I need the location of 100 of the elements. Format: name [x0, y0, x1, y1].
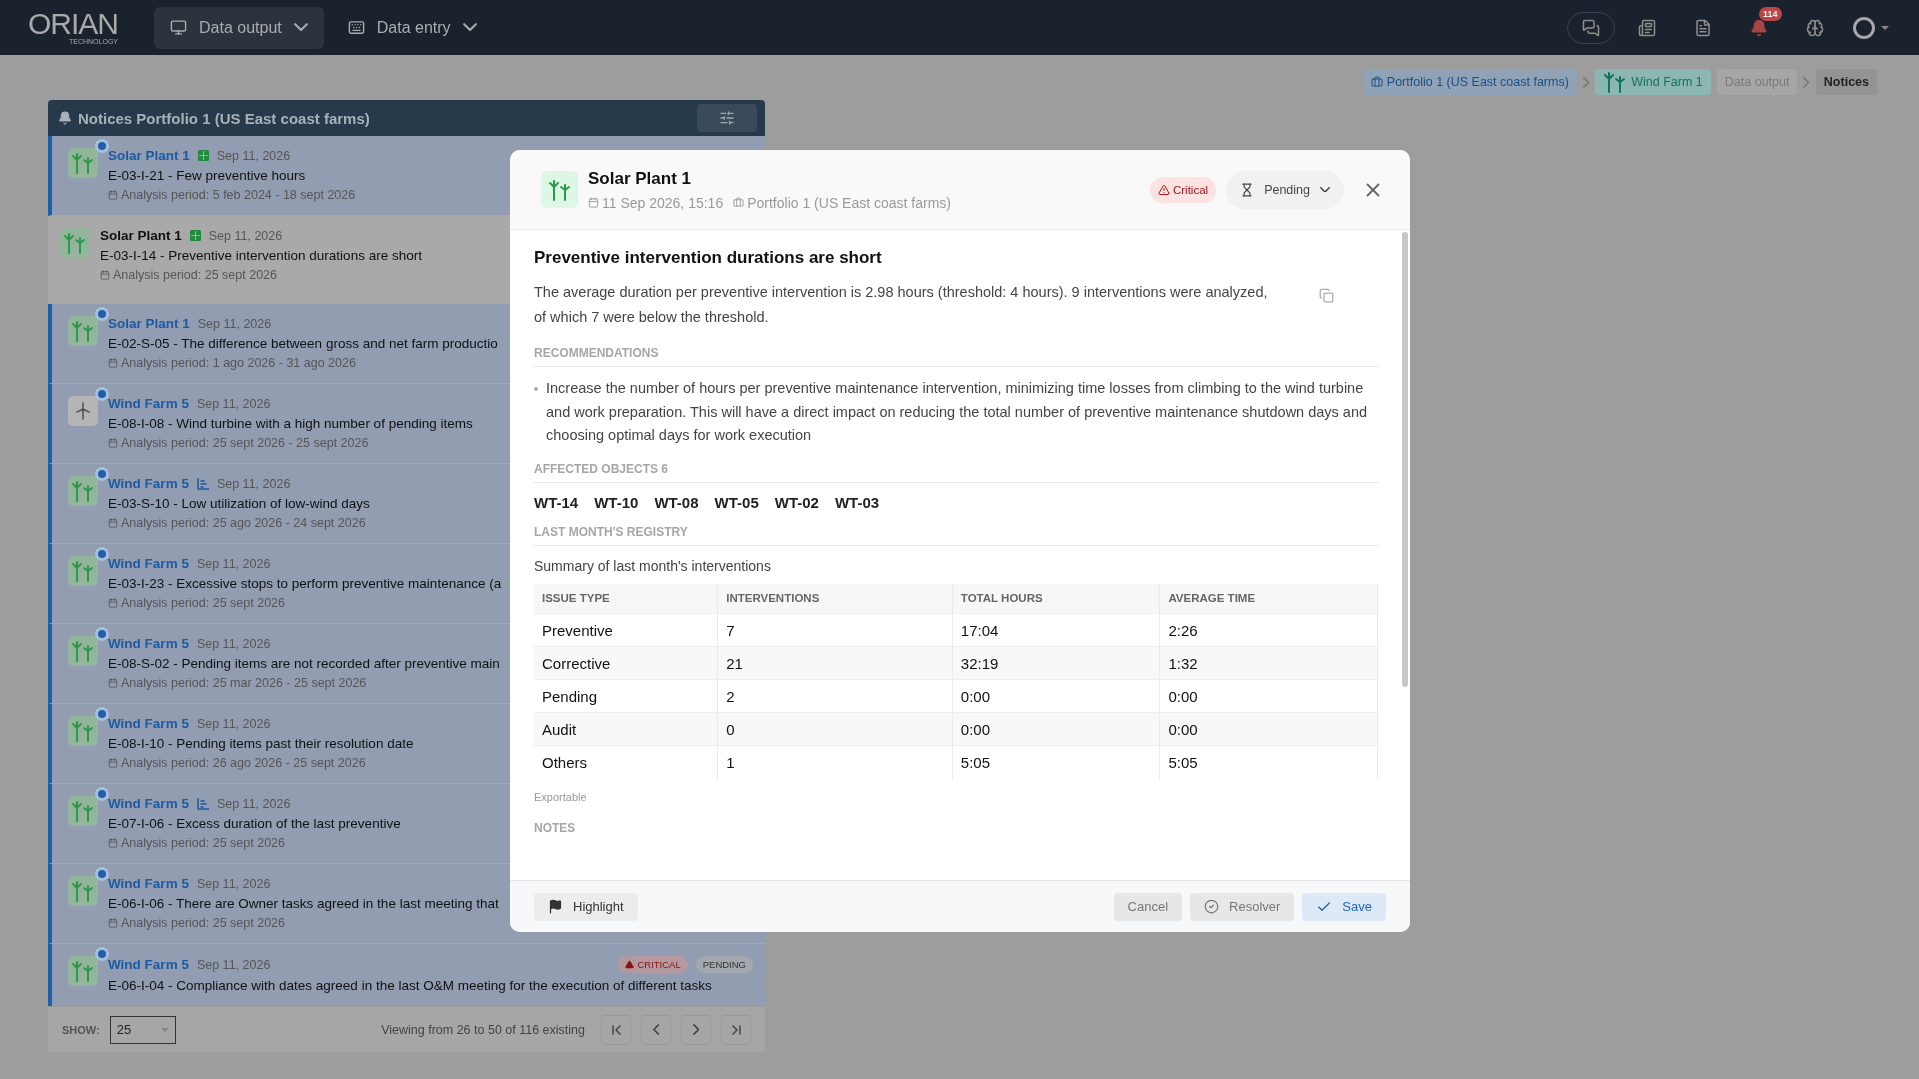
table-cell: 1	[717, 745, 953, 779]
analysis-period: Analysis period: 25 ago 2026 - 24 sept 2026	[108, 516, 366, 530]
last-page-icon	[731, 1024, 741, 1035]
chevron-down-icon	[1320, 186, 1330, 193]
table-cell: Others	[534, 745, 718, 779]
column-header: AVERAGE TIME	[1159, 583, 1378, 614]
copy-icon	[1319, 288, 1334, 303]
briefcase-icon	[1370, 76, 1383, 88]
notification-count: 114	[1759, 6, 1782, 21]
table-cell: 0:00	[952, 712, 1160, 746]
analysis-period: Analysis period: 25 sept 2026	[100, 268, 277, 282]
unread-dot	[95, 307, 109, 321]
section-heading: AFFECTED OBJECTS	[534, 461, 658, 476]
chevron-right-icon	[1803, 76, 1810, 88]
filter-button[interactable]	[697, 104, 757, 132]
section-heading: LAST MONTH'S REGISTRY	[534, 524, 1378, 546]
first-page-button[interactable]	[601, 1014, 631, 1045]
turbines-icon	[547, 178, 572, 201]
notice-date: Sep 11, 2026	[216, 476, 291, 491]
breadcrumb-link[interactable]: Notices	[1815, 69, 1877, 95]
previous-page-button[interactable]	[641, 1014, 671, 1045]
bullet-dot	[534, 387, 538, 391]
notice-date: Sep 11, 2026	[196, 396, 271, 411]
highlight-button[interactable]: Highlight	[534, 892, 638, 921]
chevron-right-icon	[692, 1024, 700, 1035]
calendar-icon	[108, 518, 118, 528]
table-cell: Audit	[534, 712, 718, 746]
site-name: Wind Farm 5	[108, 556, 189, 571]
table-cell: Corrective	[534, 646, 718, 680]
chevron-down-icon	[462, 23, 477, 32]
notice-date: 11 Sep 2026, 15:16	[588, 194, 724, 211]
section-heading: RECOMMENDATIONS	[534, 346, 1378, 367]
scrollbar[interactable]	[1402, 232, 1408, 687]
site-name: Wind Farm 5	[108, 636, 189, 651]
unread-dot	[95, 139, 109, 153]
object-tag[interactable]: WT-10	[594, 493, 639, 511]
unread-dot	[95, 867, 109, 881]
notice-date: Sep 11, 2026	[196, 957, 271, 972]
table-cell: 0:00	[1159, 679, 1378, 713]
notice-title: E-08-I-10 - Pending items past their resolution date	[108, 736, 414, 751]
table-cell: 5:05	[952, 745, 1160, 779]
notice-title: E-03-S-10 - Low utilization of low-wind days	[108, 496, 370, 511]
status-badge: PENDING	[695, 956, 753, 973]
calendar-icon	[108, 678, 118, 688]
analysis-period: Analysis period: 25 sept 2026	[108, 916, 285, 930]
turbine-icon	[75, 402, 91, 420]
last-page-button[interactable]	[721, 1014, 751, 1045]
site-name: Wind Farm 5	[108, 396, 189, 411]
check-circle-icon	[1204, 899, 1220, 914]
chat-icon	[1582, 18, 1600, 37]
analysis-period: Analysis period: 25 sept 2026 - 25 sept 2026	[108, 436, 369, 450]
status-badge: CRITICAL	[618, 956, 688, 973]
notifications-button[interactable]: 114	[1735, 4, 1783, 51]
document-icon	[1694, 18, 1712, 37]
notice-title: E-03-I-14 - Preventive intervention durations are short	[100, 248, 422, 263]
nav-menu[interactable]: Data output	[154, 6, 324, 49]
table-cell: 1:32	[1159, 646, 1378, 680]
dialog-title: Solar Plant 1	[588, 168, 692, 189]
notice-title: E-03-I-23 - Excessive stops to perform preventive maintenance (a	[108, 576, 502, 591]
warning-icon	[1158, 183, 1170, 196]
site-name: Solar Plant 1	[108, 316, 190, 331]
calendar-icon	[108, 838, 118, 848]
cancel-button[interactable]: Cancel	[1113, 892, 1183, 921]
bell-icon	[1750, 18, 1768, 37]
nav-menu[interactable]: Data entry	[331, 6, 493, 49]
table-cell: 0	[717, 712, 953, 746]
analysis-period: Analysis period: 25 sept 2026	[108, 836, 285, 850]
notice-title: E-07-I-06 - Excess duration of the last preventive	[108, 816, 401, 831]
unread-dot	[95, 547, 109, 561]
column-header: TOTAL HOURS	[952, 583, 1160, 614]
next-page-button[interactable]	[681, 1014, 711, 1045]
notice-item[interactable]: Wind Farm 5 Sep 11, 2026 CRITICAL PENDING E-06-I-04 - Compliance with dates agreed in the last O&M meeting for the execution of different tasks	[48, 944, 765, 1006]
notice-title: E-06-I-04 - Compliance with dates agreed in the last O&M meeting for the execution of different tasks	[108, 978, 712, 993]
object-tag[interactable]: WT-02	[774, 493, 819, 511]
copy-button[interactable]	[1319, 288, 1334, 303]
chevron-down-icon	[293, 23, 308, 32]
object-tag[interactable]: WT-05	[714, 493, 759, 511]
calendar-icon	[108, 598, 118, 608]
resolve-button[interactable]: Resolver	[1190, 892, 1295, 921]
caret-icon	[160, 1027, 169, 1032]
brain-icon	[1806, 18, 1824, 37]
object-tag[interactable]: WT-14	[534, 493, 579, 511]
site-name: Wind Farm 5	[108, 957, 189, 972]
chevron-left-icon	[652, 1024, 660, 1035]
calendar-icon	[108, 918, 118, 928]
status-select[interactable]: Pending	[1226, 170, 1344, 209]
notice-title: E-08-S-02 - Pending items are not recorded after preventive main	[108, 656, 500, 671]
object-tag[interactable]: WT-03	[834, 493, 880, 511]
site-name: Wind Farm 5	[108, 476, 189, 491]
table-cell: Preventive	[534, 613, 718, 647]
notice-date: Sep 11, 2026	[216, 148, 291, 163]
table-cell: 21	[717, 646, 953, 680]
notice-title: E-02-S-05 - The difference between gross and net farm productio	[108, 336, 498, 351]
object-tag[interactable]: WT-08	[654, 493, 699, 511]
page-size-select[interactable]: 25	[109, 1015, 176, 1044]
calendar-icon	[588, 197, 599, 208]
notice-date: Sep 11, 2026	[196, 556, 271, 571]
unread-dot	[95, 467, 109, 481]
save-button[interactable]: Save	[1302, 892, 1386, 921]
briefcase-icon	[733, 197, 745, 208]
